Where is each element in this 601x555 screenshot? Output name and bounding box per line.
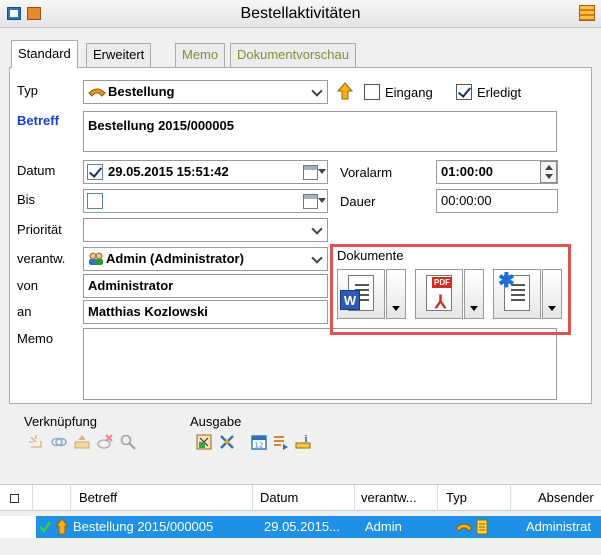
tab-erweitert[interactable]: Erweitert	[86, 43, 152, 67]
select-all-checkbox[interactable]	[10, 494, 19, 503]
memo-textarea[interactable]	[83, 328, 557, 400]
table-header: Betreff Datum verantw... Typ Absender	[0, 484, 601, 511]
bis-checkbox[interactable]	[87, 193, 103, 209]
sparkle-icon: ✱	[498, 270, 515, 292]
row-absender: Administrat	[526, 519, 592, 534]
datum-label: Datum	[17, 163, 56, 178]
delete-link-icon[interactable]	[96, 433, 114, 451]
betreff-label: Betreff	[17, 113, 59, 128]
memo-label: Memo	[17, 331, 54, 346]
dauer-label: Dauer	[340, 194, 376, 209]
voralarm-value: 01:00:00	[441, 164, 494, 179]
dokumente-label: Dokumente	[337, 248, 404, 263]
voralarm-input[interactable]: 01:00:00	[436, 160, 558, 184]
column-typ[interactable]: Typ	[446, 490, 467, 505]
row-datum: 29.05.2015...	[264, 519, 340, 534]
svg-text:12: 12	[255, 442, 264, 450]
window-title: Bestellaktivitäten	[240, 5, 361, 22]
prioritaet-label: Priorität	[17, 222, 62, 237]
calendar-dropdown-icon[interactable]	[303, 164, 326, 180]
link-icon[interactable]	[50, 433, 68, 451]
chevron-down-icon	[311, 223, 323, 235]
bis-input[interactable]	[83, 189, 328, 213]
datum-value: 29.05.2015 15:51:42	[108, 164, 229, 179]
dauer-input[interactable]: 00:00:00	[436, 189, 558, 213]
tab-dokumentvorschau[interactable]: Dokumentvorschau	[230, 43, 356, 67]
tab-standard[interactable]: Standard	[11, 40, 78, 68]
verantw-value: Admin (Administrator)	[106, 251, 244, 266]
prioritaet-select[interactable]	[83, 218, 328, 242]
done-check-icon	[39, 521, 51, 533]
order-type-icon	[88, 88, 106, 97]
row-betreff: Bestellung 2015/000005	[73, 519, 214, 534]
eingang-label: Eingang	[385, 85, 433, 100]
typ-value: Bestellung	[108, 84, 175, 99]
betreff-input[interactable]: Bestellung 2015/000005	[83, 111, 557, 152]
column-absender[interactable]: Absender	[538, 490, 594, 505]
verantw-label: verantw.	[17, 251, 66, 266]
voralarm-label: Voralarm	[340, 165, 393, 180]
new-document-button[interactable]: ✱	[493, 269, 541, 319]
menu-icon[interactable]	[579, 5, 595, 21]
word-badge: W	[340, 290, 360, 310]
datum-input[interactable]: 29.05.2015 15:51:42	[83, 160, 328, 184]
standard-panel: Typ Bestellung Eingang Erledigt Betreff …	[9, 67, 592, 404]
new-link-icon[interactable]	[27, 433, 45, 451]
chevron-down-icon	[311, 85, 323, 97]
tab-memo[interactable]: Memo	[175, 43, 226, 67]
bis-label: Bis	[17, 192, 36, 207]
pdf-document-icon: PDF ⅄	[426, 275, 452, 312]
erledigt-checkbox[interactable]	[456, 84, 472, 100]
eingang-checkbox[interactable]	[364, 84, 380, 100]
print-preview-icon[interactable]	[195, 433, 213, 451]
row-verantw: Admin	[365, 519, 402, 534]
users-icon	[89, 252, 103, 265]
verantw-select[interactable]: Admin (Administrator)	[83, 247, 328, 271]
dokumente-group: Dokumente W PDF ⅄ ✱	[330, 244, 571, 335]
document-icon	[476, 519, 488, 535]
info-list-icon[interactable]: i	[294, 433, 312, 451]
tools-icon[interactable]	[218, 433, 236, 451]
von-label: von	[17, 278, 38, 293]
typ-select[interactable]: Bestellung	[83, 80, 328, 104]
pdf-document-button[interactable]: PDF ⅄	[415, 269, 463, 319]
word-document-button[interactable]: W	[337, 269, 385, 319]
new-document-dropdown[interactable]	[542, 269, 562, 319]
search-link-icon[interactable]	[119, 433, 137, 451]
calendar-icon[interactable]: 12	[250, 433, 268, 451]
title-bar: Bestellaktivitäten	[0, 0, 601, 28]
typ-label: Typ	[17, 83, 38, 98]
order-type-icon	[455, 523, 473, 532]
calendar-dropdown-icon[interactable]	[303, 193, 326, 209]
column-verantw[interactable]: verantw...	[361, 490, 417, 505]
verknuepfung-label: Verknüpfung	[24, 414, 98, 429]
an-label: an	[17, 304, 32, 319]
datum-checkbox[interactable]	[87, 164, 103, 180]
word-document-dropdown[interactable]	[386, 269, 406, 319]
chevron-down-icon	[311, 252, 323, 264]
arrow-up-icon[interactable]	[337, 82, 353, 100]
table-row[interactable]: Bestellung 2015/000005 29.05.2015... Adm…	[0, 516, 601, 538]
column-datum[interactable]: Datum	[260, 490, 298, 505]
column-betreff[interactable]: Betreff	[79, 490, 117, 505]
export-list-icon[interactable]	[272, 433, 290, 451]
ausgabe-label: Ausgabe	[190, 414, 242, 429]
pdf-document-dropdown[interactable]	[464, 269, 484, 319]
spinner-icon[interactable]	[540, 161, 557, 183]
erledigt-label: Erledigt	[477, 85, 522, 100]
an-input[interactable]: Matthias Kozlowski	[83, 300, 328, 324]
von-input[interactable]: Administrator	[83, 274, 328, 298]
open-link-icon[interactable]	[73, 433, 91, 451]
pdf-badge: PDF	[432, 277, 452, 288]
arrow-up-icon	[55, 518, 69, 535]
svg-text:i: i	[304, 435, 307, 445]
